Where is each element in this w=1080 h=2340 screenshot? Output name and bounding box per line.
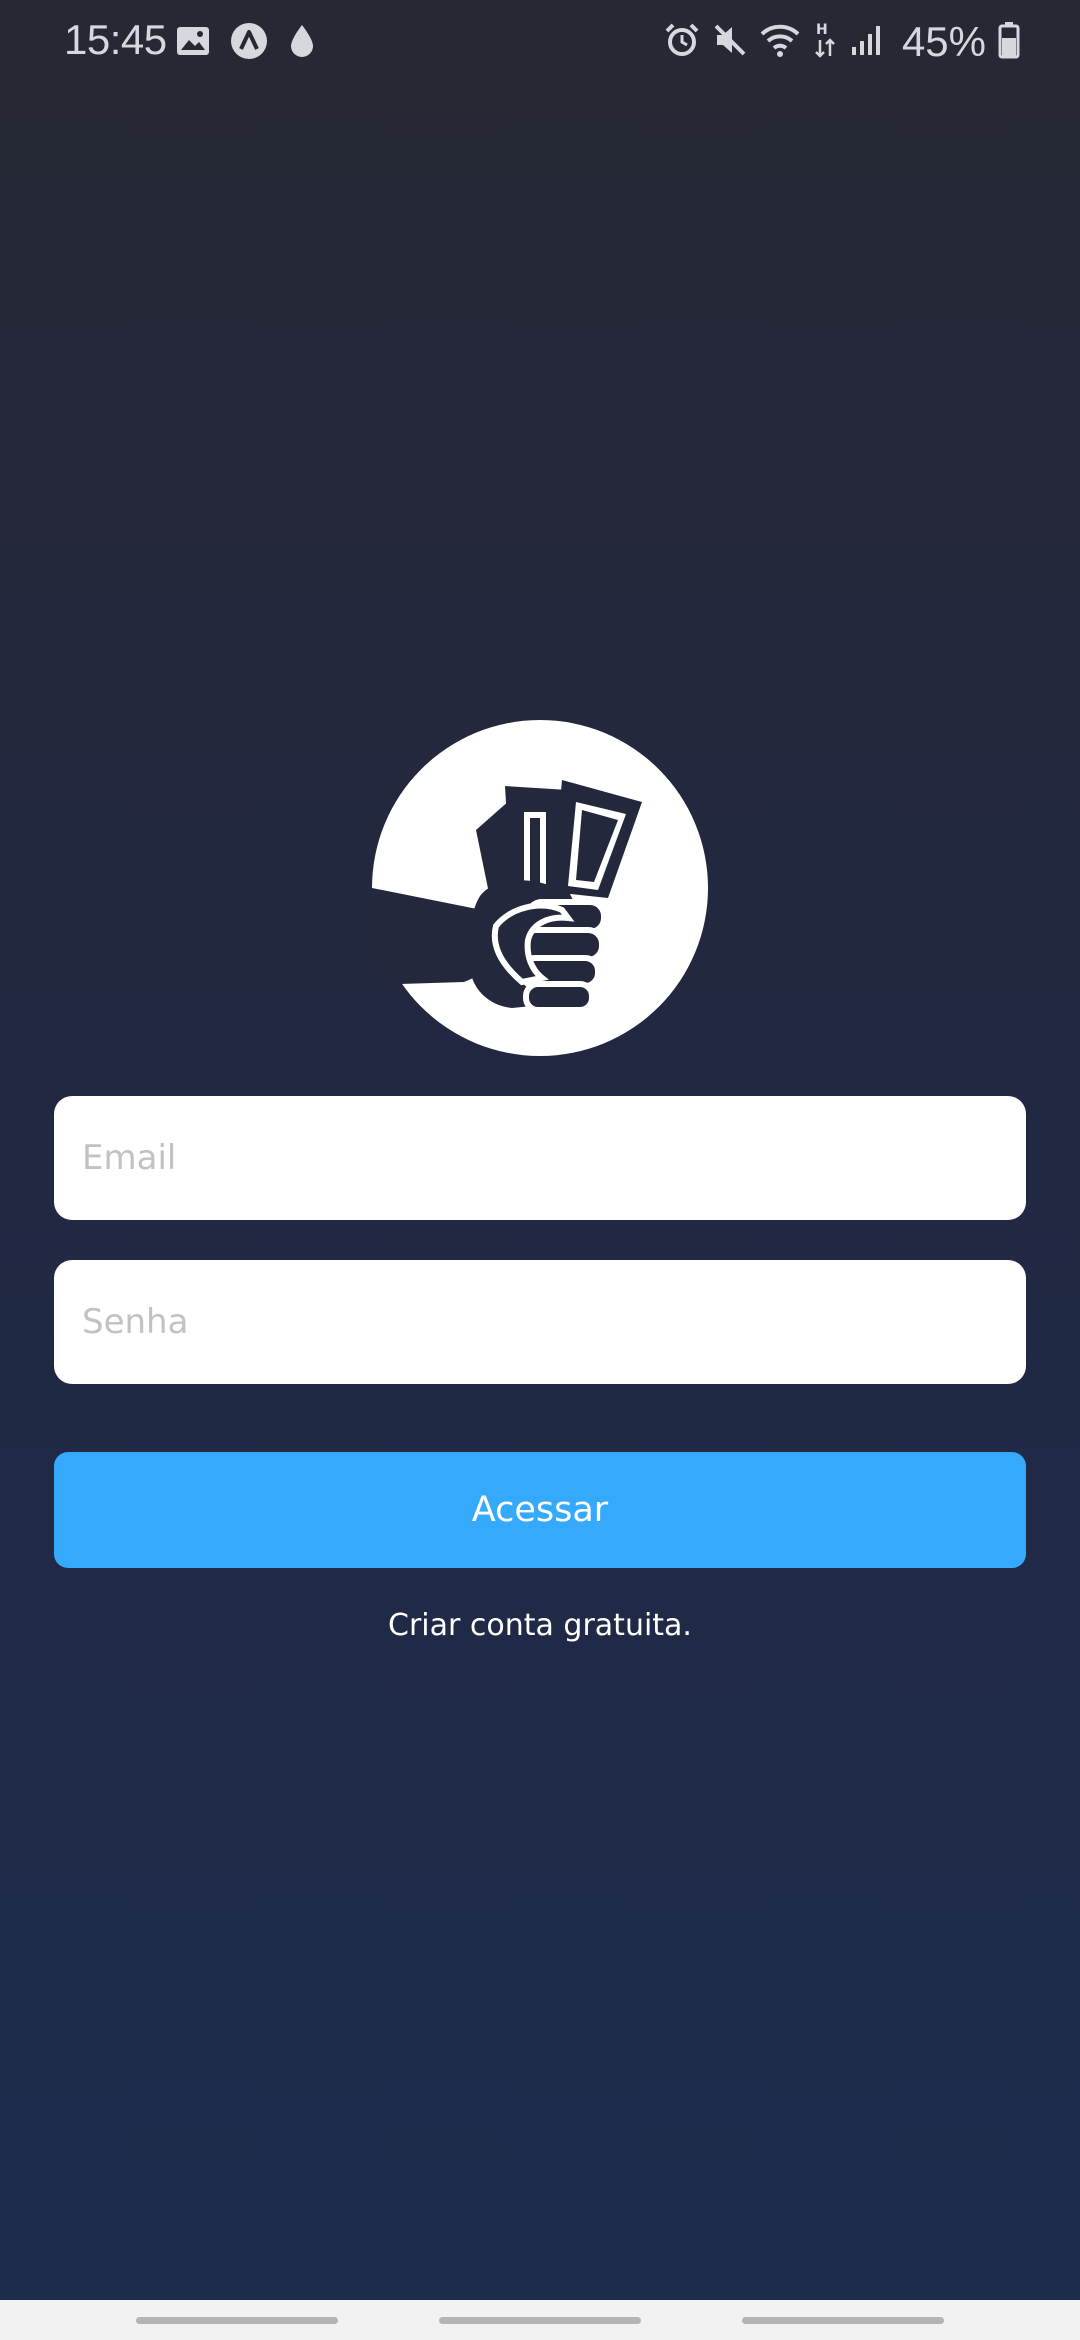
app-logo xyxy=(372,720,708,1056)
status-bar: 15:45 H 45% xyxy=(0,0,1080,84)
login-button[interactable]: Acessar xyxy=(54,1452,1026,1568)
password-input[interactable] xyxy=(80,1301,1000,1343)
battery-percent: 45% xyxy=(901,18,986,65)
alarm-icon xyxy=(664,22,700,63)
password-field[interactable] xyxy=(54,1260,1026,1384)
svg-text:H: H xyxy=(816,22,828,38)
status-right-icons: H 45% xyxy=(664,18,1020,66)
drop-icon xyxy=(288,23,316,64)
navigation-bar xyxy=(0,2300,1080,2340)
signal-icon xyxy=(850,23,884,62)
email-field[interactable] xyxy=(54,1096,1026,1220)
image-icon xyxy=(176,26,210,61)
nav-recents-handle[interactable] xyxy=(136,2317,338,2324)
status-time: 15:45 xyxy=(64,16,167,63)
app-a-icon xyxy=(230,22,268,65)
mute-icon xyxy=(712,22,748,63)
network-h-icon: H xyxy=(812,20,838,65)
wifi-icon xyxy=(760,22,800,63)
email-input[interactable] xyxy=(80,1137,1000,1179)
nav-home-handle[interactable] xyxy=(439,2317,641,2324)
fist-with-money-icon xyxy=(372,720,708,1056)
battery-icon xyxy=(998,21,1020,64)
status-left-icons xyxy=(176,22,316,65)
create-account-link[interactable]: Criar conta gratuita. xyxy=(0,1608,1080,1643)
nav-back-handle[interactable] xyxy=(742,2317,944,2324)
